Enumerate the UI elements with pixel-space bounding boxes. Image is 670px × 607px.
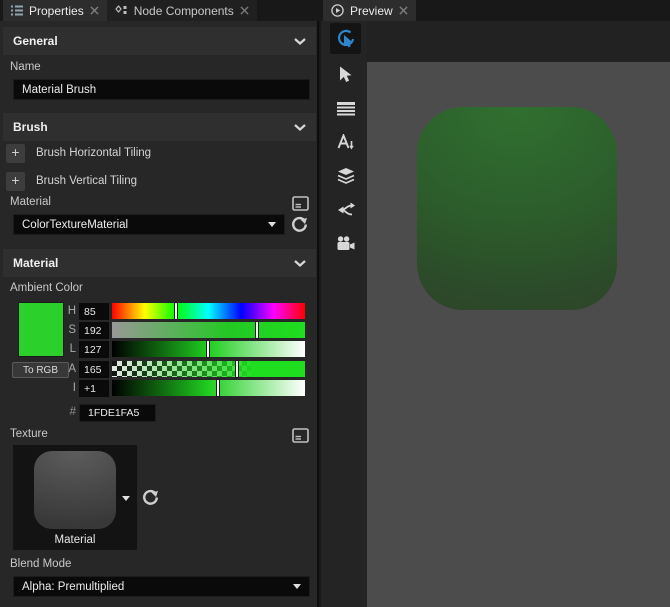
texture-preview-image — [34, 451, 116, 529]
camera-icon — [337, 236, 355, 250]
interact-tool-icon — [337, 29, 354, 47]
grid-list-tool-button[interactable] — [330, 93, 361, 124]
tab-preview[interactable]: Preview — [323, 0, 416, 21]
select-tool-button[interactable] — [330, 59, 361, 90]
slider-letter-l: L — [69, 343, 76, 355]
rendered-material-node[interactable] — [417, 107, 617, 310]
camera-tool-button[interactable] — [330, 228, 361, 259]
brush-horizontal-tiling-label: Brush Horizontal Tiling — [36, 147, 152, 159]
section-brush-title: Brush — [13, 120, 48, 134]
lightness-value-input[interactable]: 127 — [79, 341, 109, 358]
caret-down-icon — [268, 222, 276, 227]
material-property-label: Material — [10, 196, 51, 208]
tab-preview-label: Preview — [350, 3, 393, 18]
close-icon[interactable] — [399, 6, 408, 15]
material-dropdown-value: ColorTextureMaterial — [22, 218, 129, 231]
slider-letter-i: I — [72, 382, 76, 394]
layers-tool-button[interactable] — [330, 160, 361, 191]
circular-arrow-icon — [291, 216, 307, 232]
add-horizontal-tiling-button[interactable]: + — [6, 144, 25, 163]
caret-down-icon — [293, 584, 301, 589]
material-dropdown[interactable]: ColorTextureMaterial — [13, 214, 285, 235]
list-icon — [11, 5, 23, 16]
blend-mode-dropdown[interactable]: Alpha: Premultiplied — [13, 576, 310, 597]
section-general-title: General — [13, 34, 58, 48]
properties-panel: Properties Node Components General Name … — [0, 0, 319, 607]
slider-letter-h: H — [67, 305, 76, 317]
texture-thumbnail[interactable]: Material — [13, 445, 137, 550]
preview-panel: Preview — [321, 0, 670, 607]
slider-handle[interactable] — [255, 321, 260, 339]
tab-properties-label: Properties — [29, 3, 84, 18]
tab-node-components[interactable]: Node Components — [106, 0, 257, 21]
preview-toolbar — [321, 21, 367, 607]
blend-mode-value: Alpha: Premultiplied — [22, 580, 125, 593]
brush-vertical-tiling-label: Brush Vertical Tiling — [36, 175, 137, 187]
right-tab-bar: Preview — [321, 0, 670, 21]
layers-icon — [337, 168, 354, 184]
hex-hash-label: # — [69, 406, 76, 418]
section-material-title: Material — [13, 256, 59, 270]
color-swatch[interactable] — [18, 302, 64, 357]
select-arrow-icon — [340, 66, 352, 82]
editor-window-icon[interactable] — [290, 194, 310, 212]
chevron-down-icon — [294, 259, 306, 267]
close-icon[interactable] — [90, 6, 99, 15]
node-components-icon — [114, 4, 127, 14]
connections-tool-button[interactable] — [330, 194, 361, 225]
alpha-slider[interactable] — [112, 360, 305, 378]
blend-mode-label: Blend Mode — [10, 558, 72, 570]
interact-tool-button[interactable] — [330, 23, 361, 54]
lightness-slider[interactable] — [112, 340, 305, 358]
alpha-value-input[interactable]: 165 — [79, 361, 109, 378]
saturation-value-input[interactable]: 192 — [79, 322, 109, 339]
circular-arrow-icon — [142, 489, 158, 505]
name-label: Name — [10, 61, 41, 73]
section-brush[interactable]: Brush — [3, 113, 316, 141]
tab-properties[interactable]: Properties — [3, 0, 107, 21]
slider-handle[interactable] — [234, 360, 239, 378]
slider-handle[interactable] — [174, 302, 179, 320]
texture-dropdown-caret[interactable] — [122, 496, 130, 501]
hue-value-input[interactable]: 85 — [79, 303, 109, 320]
slider-handle[interactable] — [206, 340, 211, 358]
section-material[interactable]: Material — [3, 249, 316, 277]
hue-slider[interactable] — [112, 302, 305, 320]
intensity-slider[interactable] — [112, 379, 305, 397]
slider-letter-s: S — [68, 324, 76, 336]
text-tool-icon — [337, 133, 354, 149]
preview-viewport[interactable] — [367, 62, 670, 607]
text-tool-button[interactable] — [330, 126, 361, 157]
ambient-color-label: Ambient Color — [10, 282, 83, 294]
chevron-down-icon — [294, 37, 306, 45]
slider-letter-a: A — [68, 363, 76, 375]
texture-name-label: Material — [54, 534, 96, 546]
texture-label: Texture — [10, 428, 48, 440]
play-circle-icon — [331, 4, 344, 17]
connections-icon — [337, 202, 355, 215]
close-icon[interactable] — [240, 6, 249, 15]
tab-node-components-label: Node Components — [133, 3, 234, 18]
chevron-down-icon — [294, 123, 306, 131]
add-vertical-tiling-button[interactable]: + — [6, 172, 25, 191]
left-tab-bar: Properties Node Components — [0, 0, 319, 21]
saturation-slider[interactable] — [112, 321, 305, 339]
section-general[interactable]: General — [3, 27, 316, 55]
editor-window-icon[interactable] — [290, 426, 310, 444]
grid-list-icon — [336, 101, 355, 115]
slider-handle[interactable] — [216, 379, 221, 397]
hex-value-input[interactable]: 1FDE1FA5 — [79, 404, 156, 422]
revert-texture-button[interactable] — [140, 488, 160, 506]
name-input[interactable]: Material Brush — [13, 79, 310, 100]
intensity-value-input[interactable]: +1 — [79, 380, 109, 397]
revert-material-button[interactable] — [289, 215, 309, 233]
to-rgb-button[interactable]: To RGB — [12, 362, 69, 378]
